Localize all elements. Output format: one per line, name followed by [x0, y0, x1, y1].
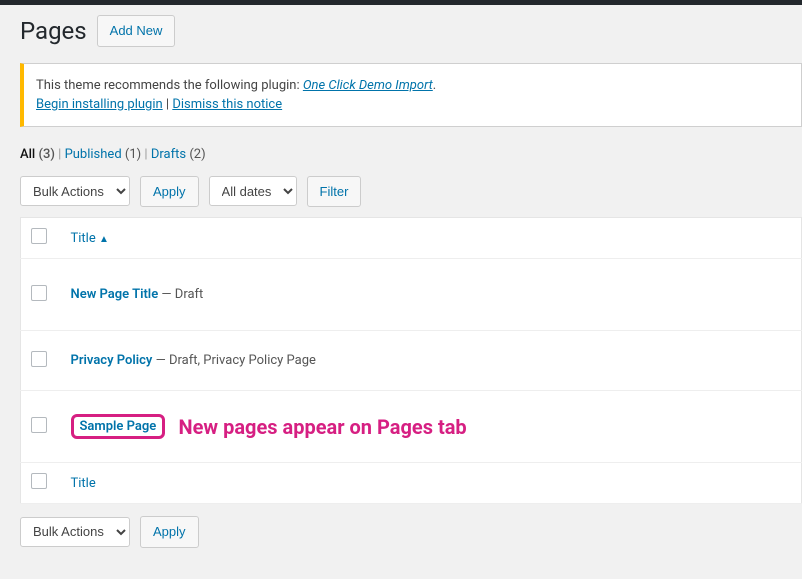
- filter-drafts[interactable]: Drafts (2): [151, 147, 206, 162]
- row-checkbox[interactable]: [31, 285, 47, 301]
- apply-button-bottom[interactable]: Apply: [140, 516, 199, 548]
- pages-table: Title ▲ New Page Title — Draft Privacy P…: [20, 217, 802, 504]
- select-all-checkbox-bottom[interactable]: [31, 473, 47, 489]
- top-actions: Bulk Actions Apply All dates Filter: [20, 176, 802, 208]
- row-title-link[interactable]: Privacy Policy: [71, 353, 153, 368]
- table-row: Privacy Policy — Draft, Privacy Policy P…: [21, 331, 802, 391]
- table-foot-row: Title: [21, 463, 802, 504]
- annotation-highlight: Sample Page: [71, 414, 166, 439]
- col-title-footer[interactable]: Title: [61, 463, 802, 504]
- row-title-link[interactable]: Sample Page: [80, 419, 157, 434]
- status-filters: All (3) | Published (1) | Drafts (2): [20, 147, 802, 162]
- filter-all[interactable]: All (3): [20, 147, 55, 162]
- table-row: New Page Title — Draft: [21, 259, 802, 331]
- plugin-link[interactable]: One Click Demo Import: [303, 78, 433, 93]
- notice-suffix: .: [433, 78, 436, 93]
- row-state: — Draft, Privacy Policy Page: [152, 353, 316, 368]
- select-all-checkbox-top[interactable]: [31, 228, 47, 244]
- begin-install-link[interactable]: Begin installing plugin: [36, 97, 163, 112]
- bottom-actions: Bulk Actions Apply: [20, 516, 802, 548]
- row-state: — Draft: [158, 287, 203, 302]
- row-checkbox[interactable]: [31, 351, 47, 367]
- page-title: Pages: [20, 17, 87, 45]
- plugin-recommendation-notice: This theme recommends the following plug…: [20, 63, 802, 127]
- apply-button-top[interactable]: Apply: [140, 176, 199, 208]
- page-wrap: Pages Add New This theme recommends the …: [0, 5, 802, 568]
- notice-text: This theme recommends the following plug…: [36, 78, 303, 93]
- page-header: Pages Add New: [20, 15, 802, 47]
- notice-sep: |: [163, 97, 173, 112]
- table-row: Sample Page New pages appear on Pages ta…: [21, 391, 802, 463]
- filter-button[interactable]: Filter: [307, 176, 362, 208]
- row-title-link[interactable]: New Page Title: [71, 287, 159, 302]
- bulk-actions-select-bottom[interactable]: Bulk Actions: [20, 517, 130, 547]
- col-title-header[interactable]: Title ▲: [61, 218, 802, 259]
- filter-published[interactable]: Published (1): [65, 147, 142, 162]
- add-new-button[interactable]: Add New: [97, 15, 176, 47]
- col-title-label: Title: [71, 231, 96, 246]
- table-head-row: Title ▲: [21, 218, 802, 259]
- dismiss-notice-link[interactable]: Dismiss this notice: [172, 97, 282, 112]
- date-filter-select[interactable]: All dates: [209, 176, 297, 206]
- annotation-text: New pages appear on Pages tab: [179, 415, 467, 439]
- row-checkbox[interactable]: [31, 417, 47, 433]
- bulk-actions-select[interactable]: Bulk Actions: [20, 176, 130, 206]
- sort-asc-icon: ▲: [99, 234, 109, 245]
